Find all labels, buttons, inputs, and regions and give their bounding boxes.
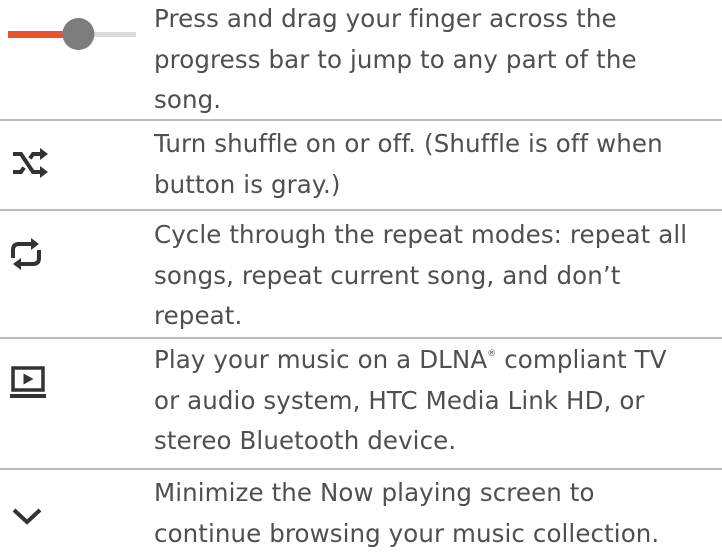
minimize-description: Minimize the Now playing screen to conti… [154,473,716,554]
play-on-tv-icon [0,365,150,401]
description-text: Play your music on a DLNA [154,345,488,374]
description-line: Turn shuffle on or off. (Shuffle is off … [154,129,663,158]
progress-thumb [62,18,95,50]
row-minimize: Minimize the Now playing screen to conti… [0,470,722,555]
play-on-tv-description: Play your music on a DLNA® compliant TV … [154,340,716,462]
controls-table: Press and drag your finger across the pr… [0,0,722,555]
description-line: or audio system, HTC Media Link HD, or [154,385,645,415]
description-text: compliant TV [496,345,667,374]
row-progress-bar: Press and drag your finger across the pr… [0,0,722,119]
description-line: Cycle through the repeat modes: repeat a… [154,220,688,249]
description-line: Minimize the Now playing screen to [154,478,595,507]
shuffle-icon [0,147,150,179]
progress-bar-icon [0,12,150,56]
description-line: button is gray.) [154,169,341,199]
description-line: continue browsing your music collection. [154,518,660,548]
progress-bar-svg [8,18,136,50]
repeat-description: Cycle through the repeat modes: repeat a… [154,215,716,337]
description-line: repeat. [154,301,243,330]
shuffle-description: Turn shuffle on or off. (Shuffle is off … [154,124,716,205]
registered-mark: ® [487,349,497,359]
description-line: Press and drag your finger across the [154,4,617,33]
description-line: stereo Bluetooth device. [154,426,457,455]
chevron-down-icon [0,504,150,528]
row-repeat: Cycle through the repeat modes: repeat a… [0,211,722,337]
description-line: songs, repeat current song, and don’t [154,260,621,290]
description-line: song. [154,85,222,114]
description-line: progress bar to jump to any part of the [154,44,637,74]
row-shuffle: Turn shuffle on or off. (Shuffle is off … [0,121,722,209]
description-line: Play your music on a DLNA® compliant TV [154,340,716,381]
repeat-icon [0,236,150,272]
progress-bar-description: Press and drag your finger across the pr… [154,0,716,121]
row-play-on-tv: Play your music on a DLNA® compliant TV … [0,339,722,468]
